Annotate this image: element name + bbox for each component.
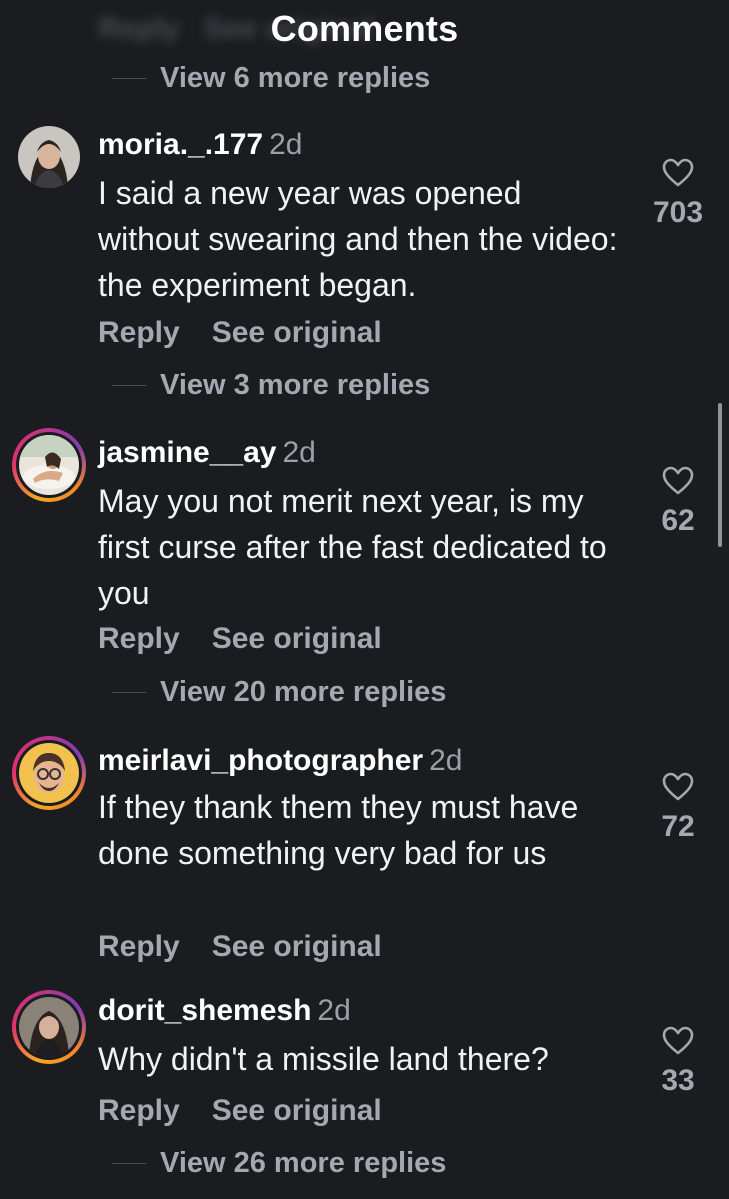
username-link[interactable]: dorit_shemesh xyxy=(98,994,311,1027)
like-count: 72 xyxy=(661,810,695,843)
like-button[interactable]: 703 xyxy=(640,158,716,230)
heart-outline-icon xyxy=(662,772,694,801)
like-button[interactable]: 62 xyxy=(640,466,716,538)
see-original-button[interactable]: See original xyxy=(212,622,382,656)
thread-line xyxy=(112,1162,146,1164)
avatar-story-ring[interactable] xyxy=(12,428,86,502)
comment-header: moria._.177 2d xyxy=(98,128,302,162)
like-count: 33 xyxy=(661,1064,695,1097)
view-more-replies-label: View 26 more replies xyxy=(160,1146,447,1179)
see-original-button[interactable]: See original xyxy=(212,316,382,350)
avatar-story-ring[interactable] xyxy=(12,736,86,810)
like-button[interactable]: 72 xyxy=(640,772,716,844)
avatar-photo xyxy=(19,435,79,495)
like-count: 703 xyxy=(652,196,704,229)
comment-time: 2d xyxy=(317,994,351,1027)
heart-outline-icon xyxy=(662,466,694,495)
avatar-ring-gap xyxy=(16,740,82,806)
comment-text: Why didn't a missile land there? xyxy=(98,1041,549,1077)
avatar[interactable] xyxy=(12,120,86,194)
like-button[interactable]: 33 xyxy=(640,1026,716,1098)
avatar-photo xyxy=(18,126,80,188)
view-more-replies-label: View 6 more replies xyxy=(160,61,431,94)
username-link[interactable]: meirlavi_photographer xyxy=(98,744,423,777)
page-title: Comments xyxy=(270,8,459,49)
view-more-replies-button[interactable]: View 6 more replies xyxy=(112,58,430,98)
view-more-replies-label: View 3 more replies xyxy=(160,368,431,401)
username-link[interactable]: moria._.177 xyxy=(98,128,263,161)
scrollbar-thumb[interactable] xyxy=(718,403,722,547)
reply-button[interactable]: Reply xyxy=(98,930,180,964)
comment-text: May you not merit next year, is my first… xyxy=(98,483,607,611)
reply-button[interactable]: Reply xyxy=(98,622,180,656)
avatar-ring-gap xyxy=(16,994,82,1060)
comment-header: meirlavi_photographer 2d xyxy=(98,744,462,778)
heart-outline-icon xyxy=(662,1026,694,1055)
reply-button[interactable]: Reply xyxy=(98,316,180,350)
comment-text: If they thank them they must have done s… xyxy=(98,789,579,871)
comment-header: jasmine__ay 2d xyxy=(98,436,316,470)
comment-time: 2d xyxy=(269,128,303,161)
comment-actions: Reply See original xyxy=(98,930,382,964)
see-original-button[interactable]: See original xyxy=(212,930,382,964)
comment-text: I said a new year was opened without swe… xyxy=(98,175,618,303)
thread-line xyxy=(112,384,146,386)
comments-header: Reply See original Comments xyxy=(0,0,729,56)
comment-actions: Reply See original xyxy=(98,622,382,656)
like-count: 62 xyxy=(661,504,695,537)
avatar-photo xyxy=(19,743,79,803)
avatar-story-ring[interactable] xyxy=(12,990,86,1064)
reply-button[interactable]: Reply xyxy=(98,1094,180,1128)
heart-outline-icon xyxy=(662,158,694,187)
comment-actions: Reply See original xyxy=(98,1094,382,1128)
comment-actions: Reply See original xyxy=(98,316,382,350)
avatar-photo xyxy=(19,997,79,1057)
see-original-button[interactable]: See original xyxy=(212,1094,382,1128)
view-more-replies-label: View 20 more replies xyxy=(160,675,447,708)
view-more-replies-button[interactable]: View 20 more replies xyxy=(112,672,446,712)
comment-header: dorit_shemesh 2d xyxy=(98,994,351,1028)
view-more-replies-button[interactable]: View 26 more replies xyxy=(112,1143,446,1183)
comment-time: 2d xyxy=(429,744,463,777)
thread-line xyxy=(112,77,146,79)
avatar-ring-gap xyxy=(16,432,82,498)
comment-time: 2d xyxy=(282,436,316,469)
username-link[interactable]: jasmine__ay xyxy=(98,436,276,469)
thread-line xyxy=(112,691,146,693)
view-more-replies-button[interactable]: View 3 more replies xyxy=(112,365,430,405)
